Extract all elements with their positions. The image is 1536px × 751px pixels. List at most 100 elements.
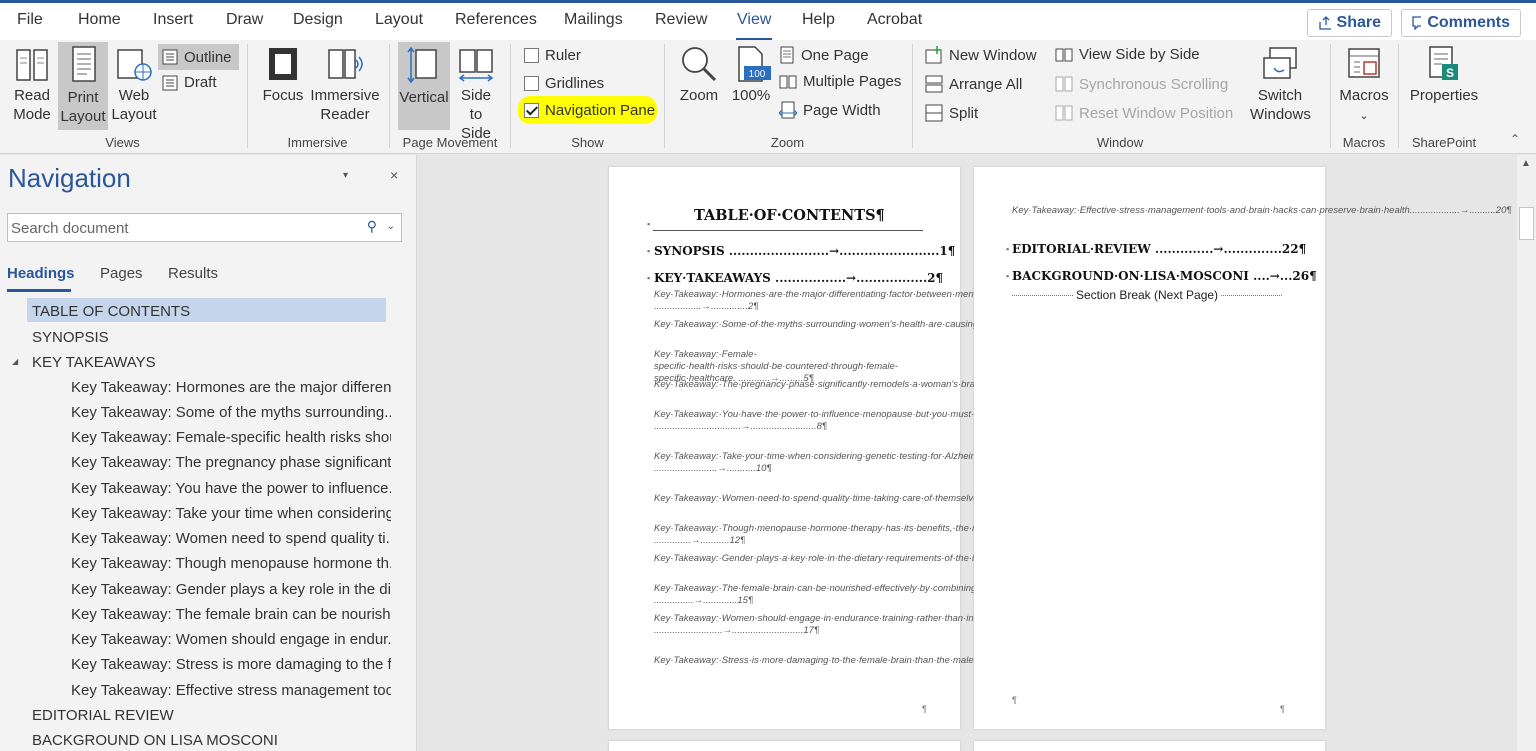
subheading-item[interactable]: Key Takeaway: Stress is more damaging to… [71, 656, 391, 673]
gridlines-checkbox[interactable]: Gridlines [524, 75, 604, 92]
split-button[interactable]: Split [925, 104, 978, 122]
toc-entry[interactable]: Key·Takeaway:·The·pregnancy·phase·signif… [654, 379, 1124, 391]
toc-entry[interactable]: Key·Takeaway:·Some·of·the·myths·surround… [654, 319, 1176, 331]
toc-title[interactable]: TABLE·OF·CONTENTS¶ [694, 207, 885, 224]
menu-file[interactable]: File [17, 11, 43, 29]
subheading-item[interactable]: Key Takeaway: Effective stress managemen… [71, 682, 391, 699]
subheading-item[interactable]: Key Takeaway: The pregnancy phase signif… [71, 454, 391, 471]
menu-acrobat[interactable]: Acrobat [867, 11, 922, 29]
subheading-item[interactable]: Key Takeaway: Gender plays a key role in… [71, 581, 391, 598]
zoom-button[interactable]: Zoom [676, 44, 722, 130]
document-page-1: ▪ TABLE·OF·CONTENTS¶ ▪ SYNOPSIS ........… [609, 167, 1281, 729]
scroll-up-arrow-icon[interactable]: ▲ [1521, 158, 1531, 169]
toc-entry[interactable]: Key·Takeaway:·Gender·plays·a·key·role·in… [654, 553, 1141, 565]
collapse-ribbon-icon[interactable]: ⌃ [1510, 132, 1520, 146]
menu-design[interactable]: Design [293, 11, 343, 29]
toc-entry[interactable]: Key·Takeaway:·Stress·is·more·damaging·to… [654, 655, 1128, 667]
menu-help[interactable]: Help [802, 11, 835, 29]
toc-entry[interactable]: Key·Takeaway:·Effective·stress·managemen… [1012, 205, 1511, 217]
menu-view[interactable]: View [737, 11, 771, 29]
arrange-all-button[interactable]: Arrange All [925, 75, 1022, 93]
toc-key-takeaways[interactable]: KEY·TAKEAWAYS .................→........… [654, 271, 943, 285]
navigation-pane-check-box[interactable] [524, 102, 539, 118]
heading-item[interactable]: SYNOPSIS [32, 329, 109, 346]
reset-window-position-button[interactable]: Reset Window Position [1055, 104, 1233, 122]
group-divider [510, 44, 511, 148]
search-dropdown-chevron-icon[interactable]: ⌄ [387, 221, 395, 232]
menu-layout[interactable]: Layout [375, 11, 423, 29]
toc-synopsis[interactable]: SYNOPSIS ........................→......… [654, 244, 955, 258]
subheading-item[interactable]: Key Takeaway: The female brain can be no… [71, 606, 391, 623]
search-input[interactable]: Search document ⚲ ⌄ [7, 213, 402, 242]
synchronous-scrolling-button[interactable]: Synchronous Scrolling [1055, 75, 1228, 93]
toc-entry[interactable]: Key·Takeaway:·Take·your·time·when·consid… [654, 451, 1281, 475]
toc-entry[interactable]: Key·Takeaway:·Women·need·to·spend·qualit… [654, 493, 1172, 505]
menu-home[interactable]: Home [78, 11, 121, 29]
print-layout-button[interactable]: Print Layout [58, 42, 108, 130]
new-window-button[interactable]: New Window [925, 46, 1037, 64]
menu-mailings[interactable]: Mailings [564, 11, 623, 29]
web-layout-button[interactable]: Web Layout [110, 44, 158, 130]
vertical-scrollbar[interactable]: ▲ [1517, 155, 1536, 751]
heading-item[interactable]: EDITORIAL REVIEW [32, 707, 174, 724]
subheading-item[interactable]: Key Takeaway: Take your time when consid… [71, 505, 391, 522]
read-mode-button[interactable]: Read Mode [8, 44, 56, 130]
menu-insert[interactable]: Insert [153, 11, 193, 29]
collapse-triangle-icon[interactable]: ◢ [12, 357, 18, 366]
menu-references[interactable]: References [455, 11, 537, 29]
ruler-checkbox[interactable]: Ruler [524, 47, 581, 64]
subheading-item[interactable]: Key Takeaway: Women should engage in end… [71, 631, 391, 648]
heading-item[interactable]: BACKGROUND ON LISA MOSCONI [32, 732, 278, 746]
subheading-item[interactable]: Key Takeaway: You have the power to infl… [71, 480, 391, 497]
tab-pages[interactable]: Pages [100, 265, 143, 282]
subheading-item[interactable]: Key Takeaway: Female-specific health ris… [71, 429, 391, 446]
navigation-pane-label: Navigation Pane [545, 101, 656, 119]
properties-label: Properties [1409, 87, 1479, 104]
tab-results[interactable]: Results [168, 265, 218, 282]
heading-item[interactable]: TABLE OF CONTENTS [32, 303, 190, 320]
gridlines-check-box[interactable] [524, 76, 539, 91]
nav-options-chevron-icon[interactable]: ▾ [343, 170, 348, 181]
tab-headings[interactable]: Headings [7, 265, 75, 282]
outline-button[interactable]: Outline [158, 44, 239, 70]
toc-entry[interactable]: Key·Takeaway:·Women·should·engage·in·end… [654, 613, 1195, 637]
draft-label: Draft [184, 74, 217, 91]
immersive-reader-button[interactable]: Immersive Reader [309, 44, 381, 130]
ruler-check-box[interactable] [524, 48, 539, 63]
macros-button[interactable]: Macros ⌄ [1338, 44, 1390, 130]
page-width-button[interactable]: Page Width [779, 101, 881, 119]
book-icon [16, 49, 48, 81]
switch-windows-button[interactable]: Switch Windows [1240, 44, 1320, 130]
toc-entry[interactable]: Key·Takeaway:·Hormones·are·the·major·dif… [654, 289, 1065, 313]
subheading-item[interactable]: Key Takeaway: Though menopause hormone t… [71, 555, 391, 572]
menu-draw[interactable]: Draw [226, 11, 263, 29]
paragraph-marker: ▪ [647, 219, 651, 229]
menu-review[interactable]: Review [655, 11, 707, 29]
side-to-side-button[interactable]: Side to Side [453, 44, 499, 142]
focus-button[interactable]: Focus [259, 44, 307, 130]
one-page-button[interactable]: One Page [779, 46, 869, 64]
properties-button[interactable]: S Properties [1406, 44, 1482, 130]
subheading-item[interactable]: Key Takeaway: Hormones are the major dif… [71, 379, 391, 396]
toc-entry[interactable]: Key·Takeaway:·You·have·the·power·to·infl… [654, 409, 1141, 433]
scrollbar-thumb[interactable] [1519, 207, 1534, 240]
toc-entry[interactable]: Key·Takeaway:·The·female·brain·can·be·no… [654, 583, 1055, 607]
view-side-by-side-button[interactable]: View Side by Side [1055, 46, 1200, 63]
subheading-item[interactable]: Key Takeaway: Some of the myths surround… [71, 404, 391, 421]
zoom-100-button[interactable]: 100 100% [729, 44, 773, 130]
close-icon[interactable]: × [390, 167, 398, 183]
subheading-item[interactable]: Key Takeaway: Women need to spend qualit… [71, 530, 391, 547]
toc-background[interactable]: BACKGROUND·ON·LISA·MOSCONI ....→...26¶ [1012, 269, 1317, 283]
comments-button[interactable]: Comments [1401, 9, 1521, 37]
navigation-pane-checkbox[interactable]: Navigation Pane [518, 96, 657, 124]
search-icon[interactable]: ⚲ [367, 218, 377, 235]
toc-entry[interactable]: Key·Takeaway:·Though·menopause·hormone·t… [654, 523, 1080, 547]
share-button[interactable]: Share [1307, 9, 1392, 37]
macros-label: Macros [1339, 87, 1389, 104]
heading-item[interactable]: KEY TAKEAWAYS [32, 354, 156, 371]
vertical-button[interactable]: Vertical [398, 42, 450, 130]
toc-editorial-review[interactable]: EDITORIAL·REVIEW ..............→........… [1012, 242, 1306, 256]
page-width-icon [779, 101, 797, 119]
multiple-pages-button[interactable]: Multiple Pages [779, 73, 901, 90]
draft-button[interactable]: Draft [162, 74, 217, 91]
